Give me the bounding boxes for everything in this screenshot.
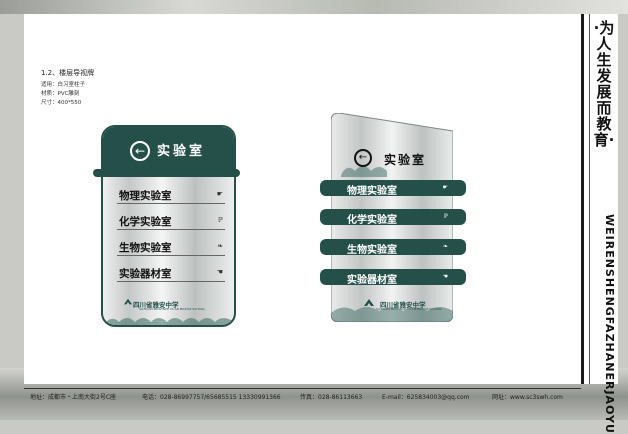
sign-left-item-label: 物理实验室 bbox=[119, 190, 172, 202]
sign-right-title: 实验室 bbox=[384, 153, 427, 167]
sign-left-item: 生物实验室 ❧ bbox=[117, 239, 225, 256]
top-texture-band bbox=[0, 0, 628, 14]
tools-icon: ☚ bbox=[216, 268, 223, 276]
sign-left-item-label: 实验器材室 bbox=[119, 268, 172, 280]
spec-usage: 适用：白习室柱子 bbox=[41, 82, 86, 88]
sign-right-item-label: 生物实验室 bbox=[347, 245, 397, 256]
footer-fax: 传真：028-86113663 bbox=[300, 394, 363, 401]
sign-left-divider-bar bbox=[93, 169, 240, 177]
school-logo-icon bbox=[364, 299, 374, 306]
leaf-icon: ❧ bbox=[217, 242, 223, 250]
sign-left-header: ← 实验室 bbox=[103, 127, 234, 171]
spine-slogan-chinese: ·为人生发展而教育· bbox=[593, 19, 615, 149]
footer-rule bbox=[24, 388, 581, 389]
spec-material: 材质：PVC雕刻 bbox=[41, 91, 80, 97]
arrow-left-icon: ← bbox=[130, 141, 150, 161]
sign-right-item: 实验器材室 ☚ bbox=[320, 269, 466, 286]
sign-left-item-label: 化学实验室 bbox=[119, 216, 172, 228]
footer-website[interactable]: 网址：www.sc3swh.com bbox=[492, 392, 563, 401]
sign-left-title: 实验室 bbox=[157, 144, 206, 159]
slogan-spine: ·为人生发展而教育· WEIRENSHENGFAZHANERJAOYU bbox=[581, 14, 618, 434]
magnet-icon: ☛ bbox=[216, 190, 223, 198]
floor-sign-left: ← 实验室 物理实验室 ☛ 化学实验室 ℙ 生物实验室 ❧ 实验器材室 ☚ 四川… bbox=[93, 125, 240, 327]
sign-left-item-label: 生物实验室 bbox=[119, 242, 172, 254]
sign-left-panel: ← 实验室 物理实验室 ☛ 化学实验室 ℙ 生物实验室 ❧ 实验器材室 ☚ 四川… bbox=[101, 125, 236, 327]
sign-right-school-english: SICHUAN PROVINCE YA AN MIDDLE SCHOOL bbox=[376, 307, 443, 311]
sign-right-item: 生物实验室 ❧ bbox=[320, 239, 466, 256]
sign-left-school-english: SICHUAN PROVINCE YA AN MIDDLE SCHOOL bbox=[139, 307, 206, 311]
sign-right-item-label: 实验器材室 bbox=[347, 275, 397, 286]
sign-right-item: 物理实验室 ☛ bbox=[320, 180, 466, 197]
sign-right-item-label: 化学实验室 bbox=[347, 215, 397, 226]
footer-phone: 电话：028-86997757/65685515 13330991366 bbox=[142, 394, 281, 401]
sign-left-item: 物理实验室 ☛ bbox=[117, 187, 225, 204]
sign-left-item: 化学实验室 ℙ bbox=[117, 213, 225, 230]
cloud-pattern-icon bbox=[103, 318, 234, 325]
sign-right-item: 化学实验室 ℙ bbox=[320, 209, 466, 226]
tools-icon: ☚ bbox=[442, 273, 448, 280]
sign-left-item: 实验器材室 ☚ bbox=[117, 265, 225, 282]
flask-icon: ℙ bbox=[443, 213, 448, 220]
flask-icon: ℙ bbox=[218, 216, 223, 224]
spec-title: 1.2、楼层导视牌 bbox=[41, 69, 95, 77]
school-logo-icon bbox=[124, 298, 132, 305]
magnet-icon: ☛ bbox=[442, 184, 448, 191]
footer-address: 地址：成都市・上南大街2号C座 bbox=[30, 394, 117, 401]
leaf-icon: ❧ bbox=[442, 243, 448, 250]
spine-slogan-roman: WEIRENSHENGFAZHANERJAOYU bbox=[603, 214, 616, 434]
footer-email: E-mail：625834003@qq.com bbox=[382, 394, 470, 401]
floor-sign-right: ← 实验室 物理实验室 ☛ 化学实验室 ℙ 生物实验室 ❧ 实验器材室 ☚ 四川… bbox=[320, 113, 470, 325]
spec-size: 尺寸：400*550 bbox=[41, 100, 82, 106]
arrow-left-icon: ← bbox=[354, 149, 372, 167]
spine-rule bbox=[589, 14, 590, 384]
spec-block: 1.2、楼层导视牌 适用：白习室柱子 材质：PVC雕刻 尺寸：400*550 bbox=[41, 68, 94, 108]
sign-right-item-label: 物理实验室 bbox=[347, 186, 397, 197]
